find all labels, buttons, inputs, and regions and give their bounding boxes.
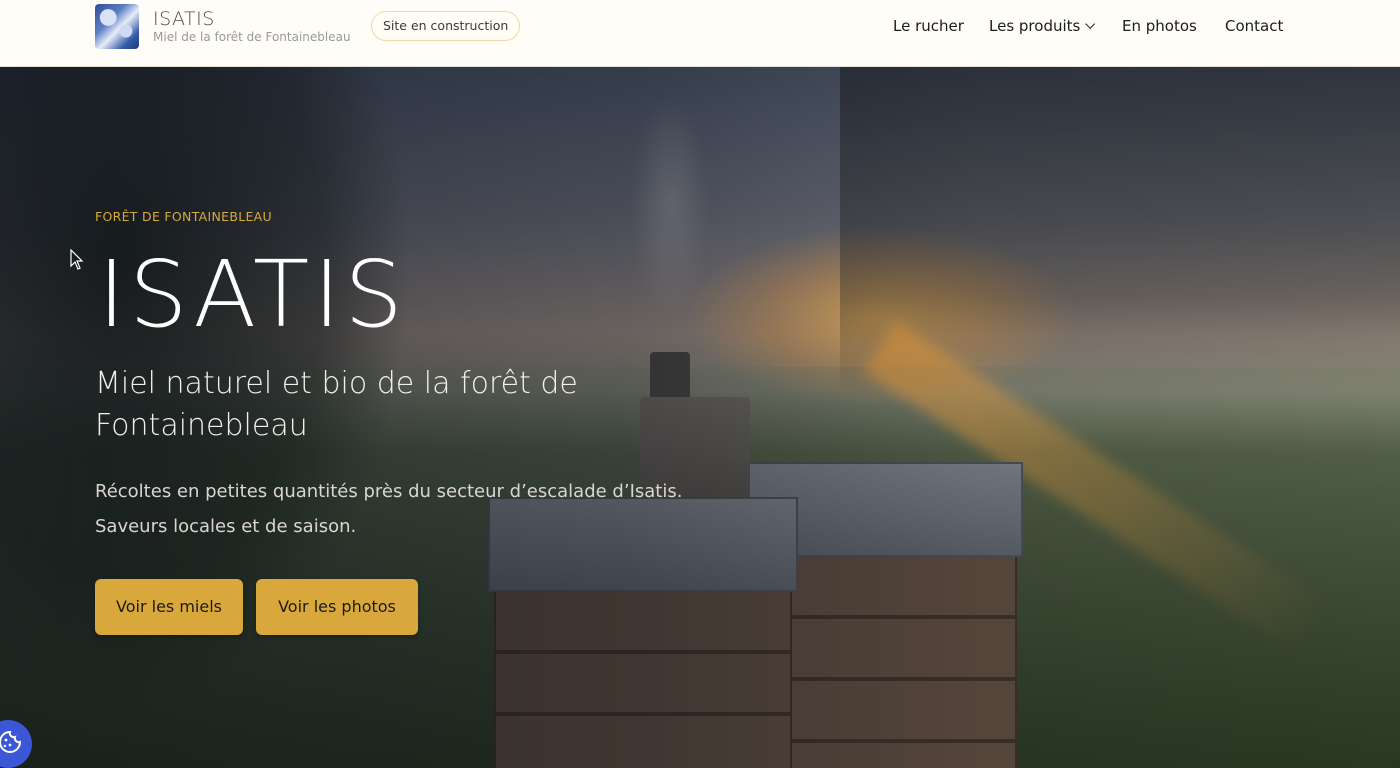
hero-subtitle: Miel naturel et bio de la forêt de Fonta… <box>95 366 578 443</box>
hero-eyebrow: FORÊT DE FONTAINEBLEAU <box>95 209 272 224</box>
nav-link-rucher[interactable]: Le rucher <box>893 17 964 35</box>
site-header: ISATIS Miel de la forêt de Fontainebleau… <box>0 0 1400 67</box>
hero-title: ISATIS <box>98 241 407 348</box>
hero-description-line-1: Récoltes en petites quantités près du se… <box>95 481 683 502</box>
nav-link-photos[interactable]: En photos <box>1122 17 1197 35</box>
main-nav: Le rucher Les produits En photos Contact <box>0 17 1400 37</box>
nav-produits-label: Les produits <box>989 17 1081 35</box>
view-honeys-button[interactable]: Voir les miels <box>95 579 243 635</box>
hero-description: Récoltes en petites quantités près du se… <box>95 474 795 544</box>
chevron-down-icon <box>1085 19 1096 29</box>
mouse-pointer-icon <box>70 249 84 270</box>
nav-link-produits[interactable]: Les produits <box>989 17 1096 35</box>
hero-description-line-2: Saveurs locales et de saison. <box>95 516 357 537</box>
nav-link-contact[interactable]: Contact <box>1225 17 1283 35</box>
view-photos-button[interactable]: Voir les photos <box>256 579 418 635</box>
cookie-icon <box>0 730 22 753</box>
hero-section: FORÊT DE FONTAINEBLEAU ISATIS Miel natur… <box>0 67 1400 768</box>
